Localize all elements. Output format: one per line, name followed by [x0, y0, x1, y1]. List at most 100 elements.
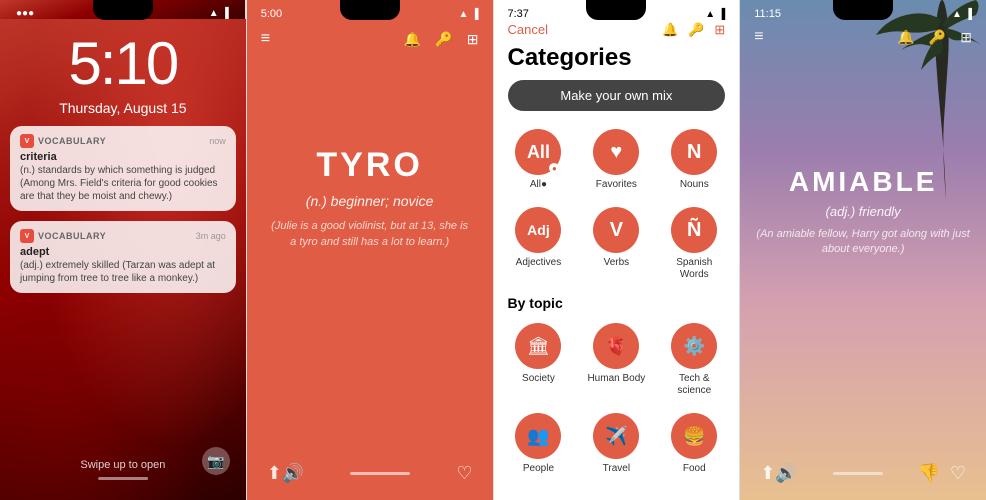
cat-label-favorites: Favorites	[596, 179, 637, 191]
heart-icon-2[interactable]: ♡	[456, 463, 472, 484]
word-title-4: AMIABLE	[789, 166, 938, 198]
all-letter: All	[527, 142, 550, 163]
notch	[93, 0, 153, 20]
category-grid: All ● All● ♥ Favorites N Nouns Adj Adjec…	[494, 119, 740, 291]
cat-food[interactable]: 🍔 Food	[657, 407, 731, 481]
cat-circle-spanish: Ñ	[671, 207, 717, 253]
cat-label-verbs: Verbs	[604, 257, 630, 269]
cat-circle-verbs: V	[593, 207, 639, 253]
notif-time-1: now	[209, 136, 226, 146]
notif-header-1: V VOCABULARY now	[20, 134, 226, 148]
topic-grid: 🏛 Society 🫀 Human Body ⚙️ Tech & science…	[494, 313, 740, 485]
notification-2[interactable]: V VOCABULARY 3m ago adept (adj.) extreme…	[10, 221, 236, 293]
battery-icon-3: ▐	[718, 9, 725, 20]
sound-icon-2[interactable]: 🔊	[282, 463, 304, 484]
cat-label-people: People	[523, 463, 554, 475]
battery-icon-2: ▐	[471, 9, 478, 20]
cat-human-body[interactable]: 🫀 Human Body	[579, 317, 653, 403]
word-definition-4: (adj.) friendly	[826, 204, 901, 219]
bell-icon-4[interactable]: 🔔	[897, 29, 914, 46]
cat-people[interactable]: 👥 People	[502, 407, 576, 481]
top-bar-2: ≡ 🔔 🔑 ⊞	[247, 20, 493, 48]
topic-circle-society: 🏛	[515, 323, 561, 369]
key-icon-4[interactable]: 🔑	[929, 29, 946, 46]
notif-app-1: VOCABULARY	[38, 136, 205, 146]
time-2: 5:00	[261, 8, 282, 20]
cat-verbs[interactable]: V Verbs	[579, 201, 653, 287]
grid-icon-2[interactable]: ⊞	[467, 31, 479, 48]
cat-favorites[interactable]: ♥ Favorites	[579, 123, 653, 197]
wifi-icon-3: ▲	[705, 9, 715, 20]
phone1-lockscreen: ●●● ▲ ▐ 5:10 Thursday, August 15 V VOCAB…	[0, 0, 247, 500]
cat-spanish[interactable]: Ñ Spanish Words	[657, 201, 731, 287]
grid-icon-3[interactable]: ⊞	[714, 22, 725, 38]
wifi-icon: ▲	[209, 8, 219, 19]
status-bar-2: 5:00 ▲ ▐	[247, 0, 493, 20]
cat-label-spanish: Spanish Words	[661, 257, 727, 281]
indicator-area-4	[798, 472, 918, 475]
bell-icon-2[interactable]: 🔔	[404, 31, 421, 48]
topic-circle-food: 🍔	[671, 413, 717, 459]
battery-3: ▲ ▐	[705, 8, 725, 20]
notif-header-2: V VOCABULARY 3m ago	[20, 229, 226, 243]
cat-label-nouns: Nouns	[680, 179, 709, 191]
heart-icon-4[interactable]: ♡	[950, 463, 966, 484]
word-example-2: (Julie is a good violinist, but at 13, s…	[267, 219, 473, 250]
cat-label-tech: Tech & science	[661, 373, 727, 397]
heart-icon-fav: ♥	[610, 141, 622, 164]
wifi-icon-2: ▲	[459, 9, 469, 20]
cat-nouns[interactable]: N Nouns	[657, 123, 731, 197]
share-icon-2[interactable]: ⬆	[267, 463, 282, 484]
topic-circle-body: 🫀	[593, 323, 639, 369]
bottom-bar-2: ⬆ 🔊 ♡	[247, 463, 493, 484]
make-mix-button[interactable]: Make your own mix	[508, 80, 726, 111]
grid-icon-4[interactable]: ⊞	[960, 29, 972, 46]
top-bar-4: ≡ 🔔 🔑 ⊞	[740, 20, 986, 46]
menu-icon-4[interactable]: ≡	[754, 28, 763, 46]
cat-circle-nouns: N	[671, 129, 717, 175]
word-content-4: AMIABLE (adj.) friendly (An amiable fell…	[740, 166, 986, 258]
notif-title-1: criteria	[20, 151, 226, 163]
sound-icon-4[interactable]: 🔊	[775, 463, 797, 484]
cat-society[interactable]: 🏛 Society	[502, 317, 576, 403]
cancel-button[interactable]: Cancel	[508, 22, 548, 38]
notif-body-1: (n.) standards by which something is jud…	[20, 164, 226, 203]
battery-2: ▲ ▐	[459, 8, 479, 20]
verb-letter: V	[610, 219, 623, 242]
phone2-wordcard: 5:00 ▲ ▐ ≡ 🔔 🔑 ⊞ TYRO (n.) beginner; nov…	[247, 0, 494, 500]
bottom-bar-4: ⬆ 🔊 👎 ♡	[740, 463, 986, 484]
battery-4: ▲ ▐	[952, 8, 972, 20]
cat-label-travel: Travel	[603, 463, 630, 475]
cat-travel[interactable]: ✈️ Travel	[579, 407, 653, 481]
thumbdown-icon-4[interactable]: 👎	[917, 463, 939, 484]
notif-body-2: (adj.) extremely skilled (Tarzan was ade…	[20, 259, 226, 285]
camera-icon[interactable]: 📷	[202, 447, 230, 475]
key-icon-2[interactable]: 🔑	[435, 31, 452, 48]
swipe-indicator	[98, 477, 148, 480]
cat-circle-adj: Adj	[515, 207, 561, 253]
categories-title: Categories	[494, 38, 740, 72]
vocab-icon-2: V	[20, 229, 34, 243]
cat-tech[interactable]: ⚙️ Tech & science	[657, 317, 731, 403]
time-3: 7:37	[508, 8, 529, 20]
cat-circle-favorites: ♥	[593, 129, 639, 175]
page-indicator-2	[350, 472, 410, 475]
share-icon-4[interactable]: ⬆	[760, 463, 775, 484]
phone4-sunset: 11:15 ▲ ▐ ≡ 🔔 🔑 ⊞ AMIABLE (adj.) friendl…	[740, 0, 986, 500]
wifi-icon-4: ▲	[952, 9, 962, 20]
notification-1[interactable]: V VOCABULARY now criteria (n.) standards…	[10, 126, 236, 211]
key-icon-3[interactable]: 🔑	[688, 22, 704, 38]
word-definition-2: (n.) beginner; novice	[306, 193, 434, 209]
cat-all[interactable]: All ● All●	[502, 123, 576, 197]
spanish-letter: Ñ	[687, 219, 701, 242]
topic-circle-tech: ⚙️	[671, 323, 717, 369]
cat-adjectives[interactable]: Adj Adjectives	[502, 201, 576, 287]
top-icons-2: 🔔 🔑 ⊞	[404, 31, 479, 48]
lock-time: 5:10	[0, 29, 246, 98]
notif-app-2: VOCABULARY	[38, 231, 192, 241]
top-nav-3: Cancel 🔔 🔑 ⊞	[494, 20, 740, 38]
cat-label-adj: Adjectives	[516, 257, 562, 269]
word-content-2: TYRO (n.) beginner; novice (Julie is a g…	[247, 48, 493, 348]
menu-icon[interactable]: ≡	[261, 30, 270, 48]
bell-icon-3[interactable]: 🔔	[662, 22, 678, 38]
